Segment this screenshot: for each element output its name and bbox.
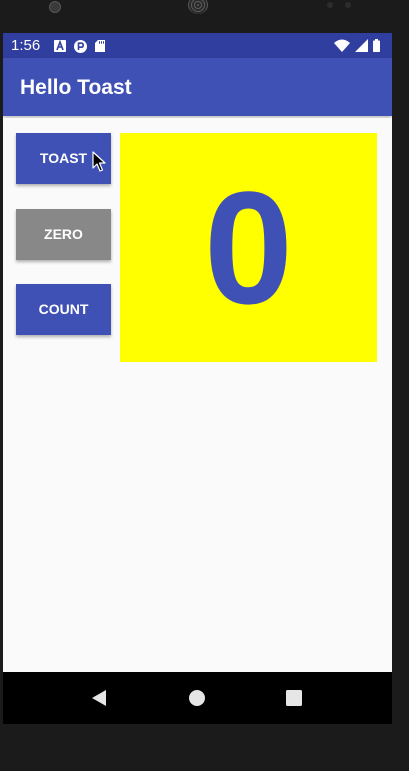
main-content: TOAST ZERO COUNT 0 bbox=[3, 118, 392, 672]
battery-icon bbox=[373, 38, 380, 52]
count-display: 0 bbox=[120, 133, 377, 362]
p-badge-icon bbox=[74, 39, 87, 53]
home-icon[interactable] bbox=[188, 689, 206, 707]
app-bar: Hello Toast bbox=[3, 58, 392, 116]
sd-card-icon bbox=[95, 40, 105, 52]
back-icon[interactable] bbox=[90, 689, 108, 707]
signal-icon bbox=[355, 38, 368, 52]
device-frame: 1:56 Hello Toast TOAST ZERO COUNT 0 bbox=[0, 0, 409, 771]
count-button[interactable]: COUNT bbox=[16, 284, 111, 335]
status-time: 1:56 bbox=[11, 37, 41, 54]
mouse-cursor-icon bbox=[92, 151, 106, 172]
status-bar: 1:56 bbox=[3, 33, 392, 58]
phone-screen: 1:56 Hello Toast TOAST ZERO COUNT 0 bbox=[3, 33, 392, 724]
front-camera-icon bbox=[49, 1, 61, 13]
notification-icons bbox=[54, 39, 105, 53]
speaker-grille-icon bbox=[188, 0, 208, 14]
app-title: Hello Toast bbox=[20, 76, 132, 99]
top-bezel bbox=[0, 0, 409, 33]
count-value: 0 bbox=[204, 158, 293, 337]
sensor-dot-icon bbox=[345, 2, 351, 8]
system-status-icons bbox=[334, 38, 380, 52]
wifi-icon bbox=[334, 39, 350, 52]
a-letter-icon bbox=[54, 40, 66, 52]
navigation-bar bbox=[3, 672, 392, 724]
zero-button[interactable]: ZERO bbox=[16, 209, 111, 260]
recents-icon[interactable] bbox=[285, 689, 303, 707]
sensor-dot-icon bbox=[327, 2, 333, 8]
